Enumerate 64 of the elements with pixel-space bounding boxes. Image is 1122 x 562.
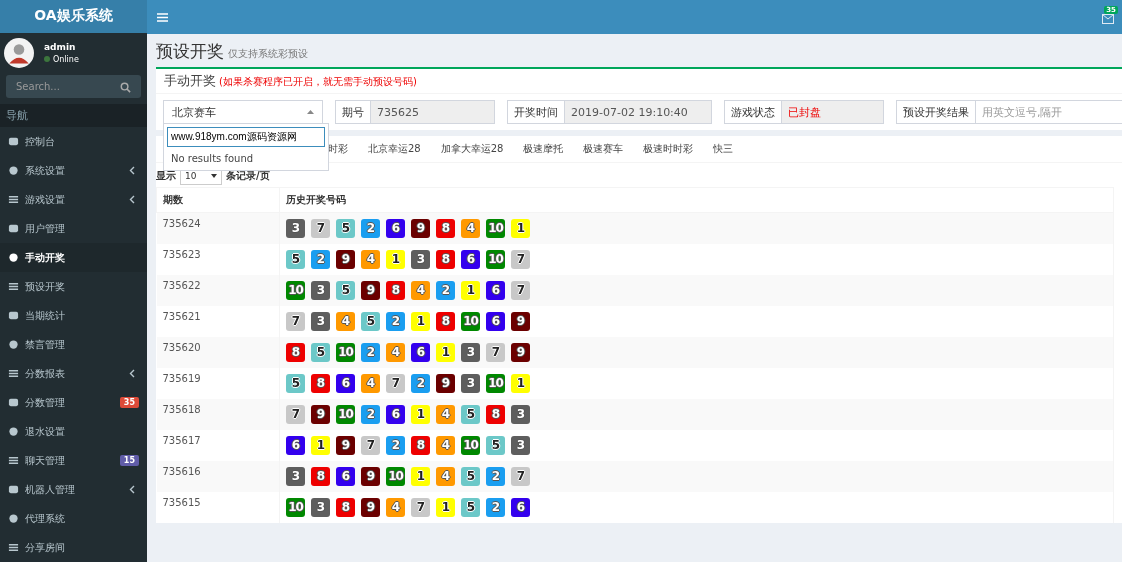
nav-item[interactable]: 机器人管理	[0, 475, 147, 504]
nav-item[interactable]: 分数管理 35	[0, 388, 147, 417]
nav-item[interactable]: 退水设置	[0, 417, 147, 446]
page-title: 预设开奖	[156, 40, 224, 63]
period-cell: 735623	[156, 243, 280, 275]
mail-icon[interactable]	[1102, 14, 1114, 24]
period-cell: 735619	[156, 367, 280, 399]
period-cell: 735616	[156, 460, 280, 492]
nav-item[interactable]: 控制台	[0, 127, 147, 156]
readonly-field[interactable]: 735625	[371, 100, 495, 124]
count-badge: 35	[119, 397, 139, 408]
avatar-icon	[4, 37, 34, 68]
period-cell: 735622	[156, 274, 280, 306]
game-tab[interactable]: 极速摩托	[523, 142, 564, 156]
game-tab[interactable]: 极速赛车	[583, 142, 624, 156]
nav-item[interactable]: 用户管理	[0, 214, 147, 243]
period-cell: 735617	[156, 429, 280, 461]
nav-item[interactable]: 当期统计	[0, 301, 147, 330]
game-tab[interactable]: 时彩	[328, 142, 348, 156]
nav-heading: 导航	[0, 103, 147, 127]
field-label: 游戏状态	[724, 100, 782, 124]
caret-icon	[211, 173, 217, 178]
period-cell: 735624	[156, 212, 280, 244]
caret-icon	[307, 110, 314, 114]
box-title: 手动开奖	[164, 72, 216, 90]
menu-icon[interactable]	[157, 12, 168, 22]
count-badge: 15	[119, 455, 139, 466]
user-status: Online	[53, 54, 79, 64]
page-size-label: 显示	[156, 168, 176, 183]
nav-item[interactable]: 聊天管理 15	[0, 446, 147, 475]
nav-item[interactable]: 预设开奖	[0, 272, 147, 301]
game-tab[interactable]: 加拿大幸运28	[440, 142, 504, 156]
game-tab[interactable]: 快三	[713, 142, 734, 156]
nav-item[interactable]: 系统设置	[0, 156, 147, 185]
period-cell: 735618	[156, 398, 280, 430]
online-dot	[44, 56, 50, 63]
readonly-field[interactable]: 2019-07-02 19:10:40	[565, 100, 712, 124]
search-field[interactable]: Search...	[6, 74, 141, 98]
page-size-label: 条记录/页	[226, 168, 270, 183]
column-header: 期数	[156, 187, 280, 213]
app-logo[interactable]: OA娱乐系统	[0, 0, 147, 33]
nav-item[interactable]: 分享房间	[0, 533, 147, 562]
no-results-text: No results found	[170, 152, 255, 166]
field-label: 预设开奖结果	[896, 100, 976, 124]
box-note: (如果杀赛程序已开启，就无需手动预设号码)	[219, 75, 417, 89]
field-label: 期号	[335, 100, 371, 124]
period-cell: 735615	[156, 491, 280, 523]
page-subtitle: 仅支持系统彩预设	[228, 47, 308, 61]
nav-item[interactable]: 手动开奖	[0, 243, 147, 272]
game-tab[interactable]: 北京幸运28	[368, 142, 421, 156]
nav-item[interactable]: 禁言管理	[0, 330, 147, 359]
user-name: admin	[44, 41, 77, 52]
game-tab[interactable]: 极速时时彩	[643, 142, 694, 156]
nav-item[interactable]: 代理系统	[0, 504, 147, 533]
period-cell: 735621	[156, 305, 280, 337]
search-icon[interactable]	[120, 81, 131, 93]
readonly-field[interactable]: 已封盘	[782, 100, 884, 124]
field-label: 开奖时间	[507, 100, 565, 124]
input-field[interactable]: 用英文逗号,隔开	[976, 100, 1122, 124]
period-cell: 735620	[156, 336, 280, 368]
dropdown-search-field[interactable]: www.918ym.com源码资源网	[167, 127, 325, 147]
nav-item[interactable]: 分数报表	[0, 359, 147, 388]
nav-item[interactable]: 游戏设置	[0, 185, 147, 214]
column-header: 历史开奖号码	[279, 187, 1114, 213]
